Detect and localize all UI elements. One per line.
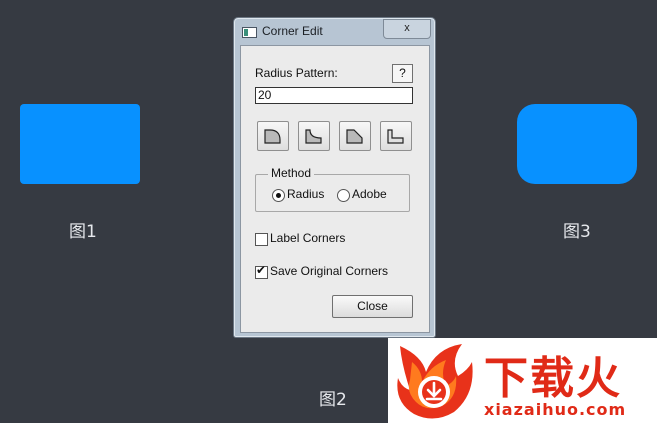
dialog-body: Radius Pattern: ? 20 Method Radius Adobe…: [240, 45, 430, 333]
adobe-radio-label[interactable]: Adobe: [352, 187, 387, 201]
label-corners-checkbox[interactable]: [255, 233, 268, 246]
checkmark-icon: ✔: [256, 263, 267, 277]
inset-corner-button[interactable]: [380, 121, 412, 151]
watermark-logo: 下载火 xiazaihuo.com: [388, 338, 657, 423]
radius-radio-label[interactable]: Radius: [287, 187, 324, 201]
window-title: Corner Edit: [262, 24, 323, 38]
adobe-radio[interactable]: [337, 189, 350, 202]
save-original-corners-label[interactable]: Save Original Corners: [270, 264, 388, 278]
app-window-icon: [242, 27, 257, 38]
inverted-round-corner-button[interactable]: [298, 121, 330, 151]
inset-corner-icon: [387, 129, 404, 144]
method-legend: Method: [268, 166, 315, 180]
radius-radio[interactable]: [272, 189, 285, 202]
figure-1-label: 图1: [69, 222, 97, 242]
title-bar[interactable]: Corner Edit x: [234, 18, 435, 44]
help-button[interactable]: ?: [392, 64, 413, 83]
chamfer-corner-button[interactable]: [339, 121, 371, 151]
rounded-corner-icon: [264, 129, 281, 144]
method-group: Method Radius Adobe: [255, 166, 410, 212]
chamfer-corner-icon: [346, 129, 363, 144]
square-corner-rectangle: [20, 104, 140, 184]
flame-logo-icon: [397, 344, 473, 419]
rounded-corner-rectangle: [517, 104, 637, 184]
inverted-rounded-corner-icon: [305, 129, 322, 144]
label-corners-label[interactable]: Label Corners: [270, 231, 345, 245]
watermark-url: xiazaihuo.com: [484, 400, 627, 419]
radius-pattern-input[interactable]: 20: [255, 87, 413, 104]
window-close-button[interactable]: x: [383, 19, 431, 39]
rounded-corner-button[interactable]: [257, 121, 289, 151]
corner-edit-dialog: Corner Edit x Radius Pattern: ? 20 Metho…: [233, 17, 436, 338]
figure-3-label: 图3: [563, 222, 591, 242]
watermark-title: 下载火: [484, 353, 622, 404]
figure-2-label: 图2: [319, 390, 347, 410]
close-button[interactable]: Close: [332, 295, 413, 318]
save-original-corners-checkbox[interactable]: ✔: [255, 263, 268, 279]
radius-pattern-label: Radius Pattern:: [255, 66, 338, 80]
